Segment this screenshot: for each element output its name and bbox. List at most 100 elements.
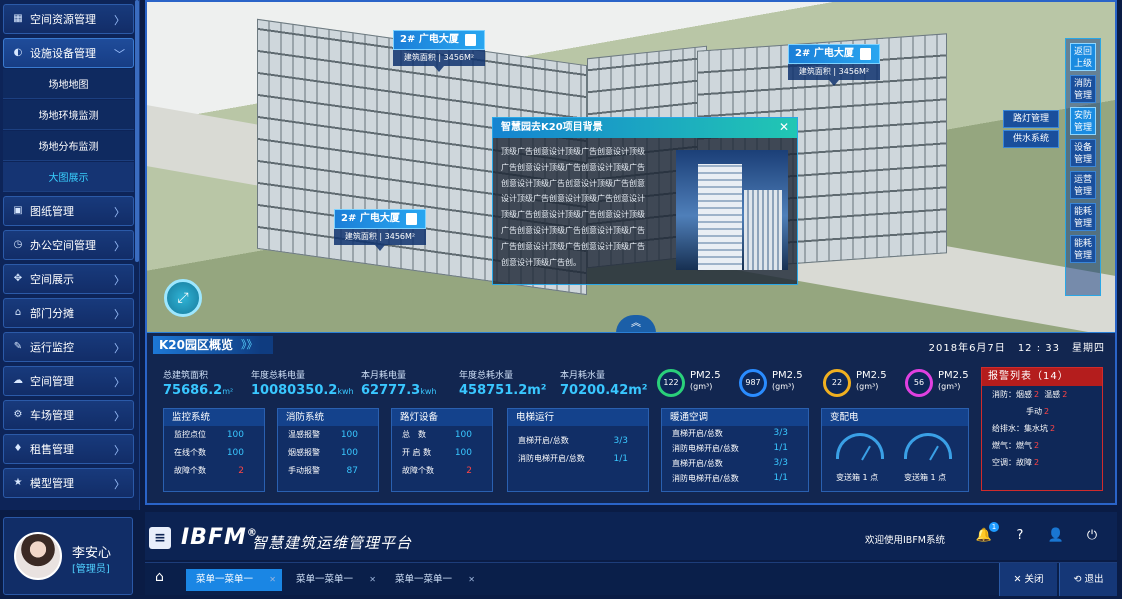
welcome-text: 欢迎使用IBFM系统 (865, 535, 945, 546)
close-icon[interactable]: ✕ (779, 120, 789, 134)
kpi-month-water: 本月耗水量 70200.42m² (560, 371, 648, 398)
sidebar: ▦ 空间资源管理〉 ◐ 设施设备管理 ﹀ 场地地图 场地环境监测 场地分布监测 大图展… (0, 0, 140, 510)
building-tag[interactable]: 2# 广电大厦 建筑面积 | 3456M² (334, 209, 426, 251)
project-info-popup: 智慧园去K20项目背景 ✕ 顶级广告创意设计顶级广告创意设计顶级 广告创意设计顶级… (492, 117, 798, 285)
building-icon (860, 48, 871, 60)
sidebar-item-drawings[interactable]: ▣ 图纸管理 〉 (3, 196, 134, 226)
sidebar-item-label: 设施设备管理 (30, 47, 96, 60)
power-card[interactable]: 变配电 变送箱 1 点 变送箱 1 点 (821, 408, 969, 492)
gauge-icon (904, 433, 952, 461)
subnav-water[interactable]: 供水系统 (1003, 130, 1059, 148)
sidebar-item-space-mgmt[interactable]: ☁ 空间管理 〉 (3, 366, 134, 396)
chevron-down-icon: ﹀ (114, 48, 125, 61)
close-icon[interactable]: ✕ (468, 569, 475, 591)
user-icon[interactable]: 👤 (1047, 527, 1065, 545)
alarm-row[interactable]: 消防：烟感 2 温感 2 (982, 386, 1102, 403)
chevron-right-icon: 〉 (114, 376, 125, 389)
user-card[interactable]: 李安心 [管理员] (3, 517, 133, 595)
sidebar-item-dept[interactable]: ⌂ 部门分摊 〉 (3, 298, 134, 328)
building-tag[interactable]: 2# 广电大厦 建筑面积 | 3456M² (393, 30, 485, 72)
sidebar-item-label: 租售管理 (30, 443, 74, 456)
close-all-button[interactable]: ✕ 关闭 (999, 563, 1057, 596)
avatar (14, 532, 62, 580)
close-icon[interactable]: ✕ (269, 569, 276, 591)
user-name: 李安心 (72, 546, 112, 561)
popup-title: 智慧园去K20项目背景 (493, 118, 797, 138)
pm25-widget: 122 PM2.5 (gm³) (657, 369, 725, 397)
sidebar-item-label: 模型管理 (30, 477, 74, 490)
notification-badge: 1 (989, 522, 999, 532)
streetlight-card[interactable]: 路灯设备 总 数 100 开 启 数 100 故障个数 2 (391, 408, 493, 492)
close-icon[interactable]: ✕ (369, 569, 376, 591)
datetime: 2018年6月7日 12 : 33 星期四 (928, 343, 1105, 354)
alarm-row[interactable]: 手动 2 (982, 403, 1102, 420)
building-icon (406, 213, 417, 225)
nav-energy-2[interactable]: 能耗 管理 (1070, 235, 1096, 263)
alarm-row[interactable]: 给排水：集水坑 2 (982, 420, 1102, 437)
sidebar-item-label: 部门分摊 (30, 307, 74, 320)
kpi-year-power: 年度总耗电量 10080350.2kwh (251, 371, 354, 398)
alarm-row[interactable]: 空调：故障 2 (982, 454, 1102, 471)
building-icon (465, 34, 476, 46)
sidebar-item-lease[interactable]: ♦ 租售管理 〉 (3, 434, 134, 464)
platform-title: 智慧建筑运维管理平台 (252, 534, 413, 552)
tab-menu-1[interactable]: 菜单一菜单一 ✕ (186, 569, 282, 591)
campus-3d-view[interactable]: 2# 广电大厦 建筑面积 | 3456M² 2# 广电大厦 建筑面积 | 345… (145, 0, 1117, 505)
chevron-right-icon: 〉 (114, 410, 125, 423)
building-tag[interactable]: 2# 广电大厦 建筑面积 | 3456M² (788, 44, 880, 86)
cross-icon: ✥ (13, 273, 23, 284)
tab-bar: ⌂ 菜单一菜单一 ✕ 菜单一菜单一 ✕ 菜单一菜单一 ✕ ✕ 关闭 ⟲ 退出 (145, 562, 1117, 596)
sidebar-subitem-distribution[interactable]: 场地分布监测 (3, 131, 134, 161)
fullscreen-icon[interactable]: ⤢ (164, 279, 202, 317)
pm25-widget: 987 PM2.5 (gm³) (739, 369, 807, 397)
sidebar-subitem-site-map[interactable]: 场地地图 (3, 69, 134, 99)
popup-text: 顶级广告创意设计顶级广告创意设计顶级 广告创意设计顶级广告创意设计顶级广告 创意设计… (501, 147, 645, 267)
sidebar-item-label: 运行监控 (30, 341, 74, 354)
app-root: ▦ 空间资源管理〉 ◐ 设施设备管理 ﹀ 场地地图 场地环境监测 场地分布监测 大图展… (0, 0, 1122, 599)
back-button[interactable]: 返回 上级 (1070, 43, 1096, 71)
subnav-streetlight[interactable]: 路灯管理 (1003, 110, 1059, 128)
kpi-month-power: 本月耗电量 62777.3kwh (361, 371, 437, 398)
chevron-right-icon: 〉 (114, 206, 125, 219)
sidebar-item-label: 空间资源管理 (30, 13, 96, 26)
sidebar-item-office[interactable]: ◷ 办公空间管理 〉 (3, 230, 134, 260)
sidebar-item-monitor[interactable]: ✎ 运行监控 〉 (3, 332, 134, 362)
home-icon[interactable]: ⌂ (155, 569, 164, 585)
pm25-widget: 56 PM2.5 (gm³) (905, 369, 973, 397)
arrows-icon: 》》 (241, 338, 258, 351)
alarm-list[interactable]: 报警列表（14） 消防：烟感 2 温感 2 手动 2 给排水：集水坑 2 燃气：燃气 2 … (981, 367, 1103, 491)
sidebar-subitem-big-view[interactable]: 大图展示 (3, 162, 134, 192)
sidebar-item-space-resource[interactable]: ▦ 空间资源管理 〉 (3, 4, 134, 34)
nav-fire[interactable]: 消防 管理 (1070, 75, 1096, 103)
nav-security[interactable]: 安防 管理 (1070, 107, 1096, 135)
sidebar-item-display[interactable]: ✥ 空间展示 〉 (3, 264, 134, 294)
tab-menu-3[interactable]: 菜单一菜单一 ✕ (385, 569, 481, 591)
nav-energy[interactable]: 能耗 管理 (1070, 203, 1096, 231)
sidebar-subitem-env-monitor[interactable]: 场地环境监测 (3, 100, 134, 130)
chevron-right-icon: 〉 (114, 240, 125, 253)
nav-equipment[interactable]: 设备 管理 (1070, 139, 1096, 167)
sidebar-item-facility[interactable]: ◐ 设施设备管理 ﹀ (3, 38, 134, 68)
tab-menu-2[interactable]: 菜单一菜单一 ✕ (286, 569, 382, 591)
monitor-system-card[interactable]: 监控系统 监控点位 100 在线个数 100 故障个数 2 (163, 408, 265, 492)
image-icon: ▣ (13, 205, 23, 216)
elevator-card[interactable]: 电梯运行 直梯开启/总数 3/3 消防电梯开启/总数 1/1 (507, 408, 649, 492)
sidebar-item-model[interactable]: ★ 模型管理 〉 (3, 468, 134, 498)
chevron-right-icon: 〉 (114, 444, 125, 457)
help-icon[interactable]: ? (1011, 527, 1029, 545)
building-tag-area: 建筑面积 | 3456M² (334, 229, 426, 245)
alarm-row[interactable]: 燃气：燃气 2 (982, 437, 1102, 454)
header-bar: ≡ IBFM® 智慧建筑运维管理平台 欢迎使用IBFM系统 🔔 1 ? 👤 ⏻ (145, 512, 1117, 560)
sidebar-scrollbar[interactable] (135, 0, 139, 262)
pm25-widget: 22 PM2.5 (gm³) (823, 369, 891, 397)
sidebar-item-parking[interactable]: ⚙ 车场管理 〉 (3, 400, 134, 430)
fire-system-card[interactable]: 消防系统 温感报警 100 烟感报警 100 手动报警 87 (277, 408, 379, 492)
power-icon[interactable]: ⏻ (1083, 527, 1101, 545)
nav-operation[interactable]: 运营 管理 (1070, 171, 1096, 199)
menu-icon[interactable]: ≡ (149, 527, 171, 549)
hvac-card[interactable]: 暖通空调 直梯开启/总数 3/3 消防电梯开启/总数 1/1 直梯开启/总数 3/3 … (661, 408, 809, 492)
right-nav: 返回 上级 消防 管理 安防 管理 设备 管理 运营 管理 能耗 管理 能耗 管理 (1065, 38, 1101, 296)
alarm-title: 报警列表（14） (982, 368, 1102, 386)
overview-panel: K20园区概览 》》 2018年6月7日 12 : 33 星期四 总建筑面积 7568… (147, 332, 1115, 503)
logout-button[interactable]: ⟲ 退出 (1059, 563, 1117, 596)
